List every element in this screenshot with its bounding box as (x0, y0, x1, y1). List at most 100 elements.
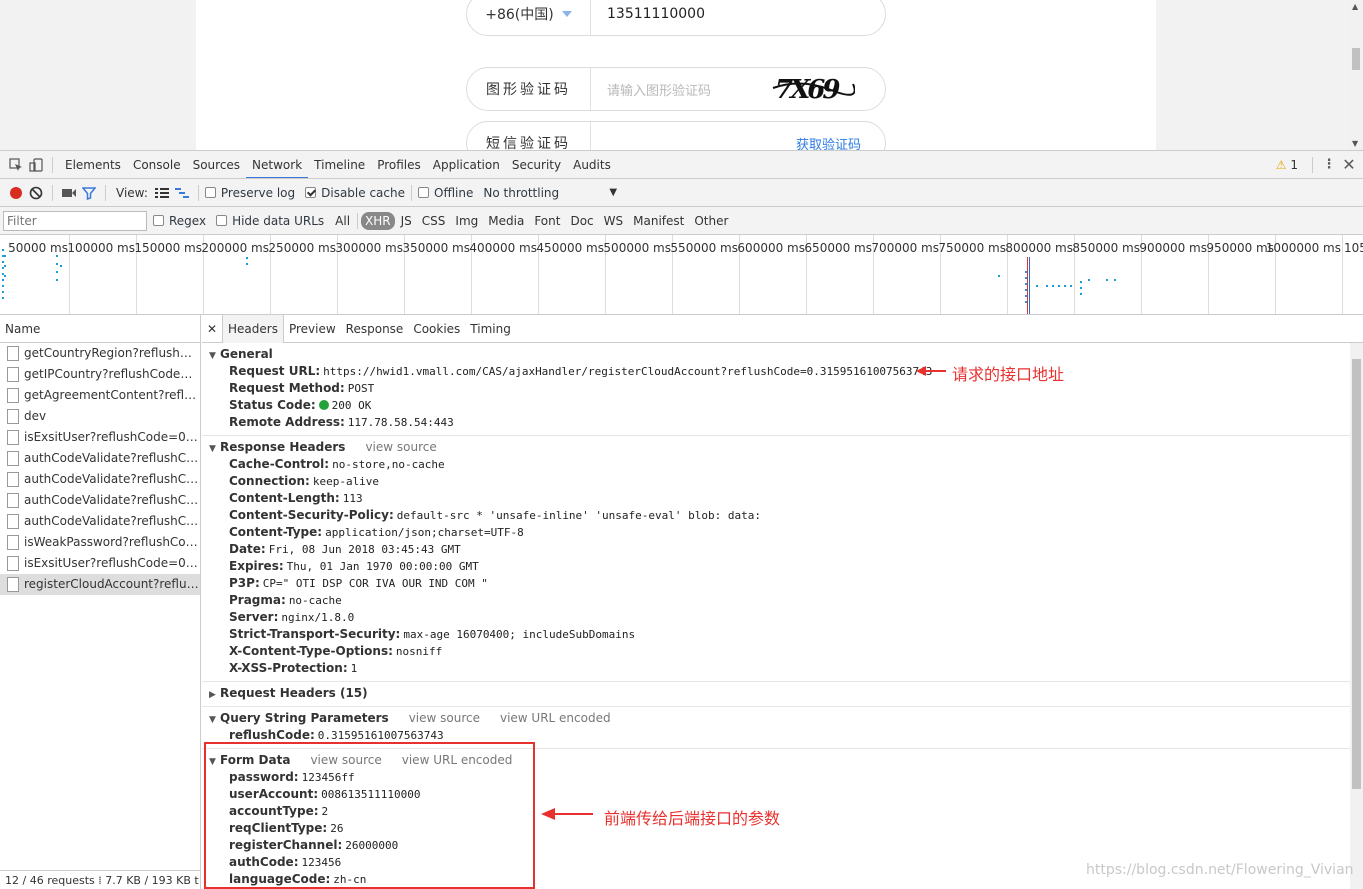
close-devtools-icon[interactable]: ✕ (1339, 155, 1359, 175)
close-detail-icon[interactable]: ✕ (202, 319, 222, 339)
captcha-input[interactable]: 请输入图形验证码 (607, 68, 711, 110)
filter-input[interactable] (3, 210, 147, 231)
regex-checkbox[interactable] (153, 214, 164, 226)
tab-network[interactable]: Network (246, 151, 309, 178)
filter-type-img[interactable]: Img (451, 212, 482, 230)
timeline-tick-label: 100000 ms (67, 241, 135, 255)
timeline-tick-label: 400000 ms (469, 241, 537, 255)
offline-toggle[interactable]: Offline (418, 186, 473, 200)
request-list: Name getCountryRegion?reflushCode=0.4… g… (0, 315, 201, 889)
capture-screenshots-icon[interactable] (59, 183, 79, 203)
throttling-select[interactable]: No throttling ▼ (483, 186, 617, 200)
filter-type-all[interactable]: All (331, 212, 354, 230)
phone-number-input[interactable]: 13511110000 (607, 0, 705, 35)
hide-data-urls-checkbox[interactable] (216, 214, 228, 226)
more-options-icon[interactable]: ⋮ (1319, 155, 1339, 175)
view-source-link[interactable]: view source (365, 440, 436, 454)
tab-cookies[interactable]: Cookies (408, 315, 465, 343)
request-row[interactable]: getCountryRegion?reflushCode=0.4… (0, 343, 200, 364)
tab-console[interactable]: Console (127, 151, 187, 178)
filter-type-other[interactable]: Other (690, 212, 732, 230)
request-row-selected[interactable]: registerCloudAccount?reflushC… (0, 574, 200, 595)
regex-toggle[interactable]: Regex (153, 214, 206, 228)
sms-code-field[interactable]: 短信验证码 获取验证码 (466, 121, 886, 150)
request-row[interactable]: getAgreementContent?reflush… (0, 385, 200, 406)
scroll-up-icon[interactable]: ▲ (1352, 2, 1358, 11)
record-icon[interactable] (6, 183, 26, 203)
filter-icon[interactable] (79, 183, 99, 203)
request-headers-header[interactable]: ▶ Request Headers (15) (202, 685, 1350, 702)
request-row[interactable]: authCodeValidate?reflushCode… (0, 511, 200, 532)
request-row[interactable]: authCodeValidate?reflushCode… (0, 448, 200, 469)
hide-data-urls-toggle[interactable]: Hide data URLs (216, 214, 324, 228)
disable-cache-checkbox[interactable] (305, 186, 317, 198)
tab-sources[interactable]: Sources (187, 151, 246, 178)
request-row[interactable]: getIPCountry?reflushCode=0.3… (0, 364, 200, 385)
detail-scroll-thumb[interactable] (1352, 359, 1361, 789)
query-string-header[interactable]: ▼ Query String Parameters view source view … (202, 710, 1350, 727)
waterfall-view-icon[interactable] (172, 183, 192, 203)
view-url-encoded-link[interactable]: view URL encoded (500, 711, 611, 725)
timeline-tick-label: 1050 (1344, 241, 1363, 255)
general-section-header[interactable]: ▼ General (202, 346, 1350, 363)
tab-timeline[interactable]: Timeline (308, 151, 371, 178)
tab-timing[interactable]: Timing (465, 315, 516, 343)
preserve-log-toggle[interactable]: Preserve log (204, 186, 295, 200)
get-code-button[interactable]: 获取验证码 (796, 122, 861, 151)
large-rows-icon[interactable] (152, 183, 172, 203)
filter-type-doc[interactable]: Doc (566, 212, 597, 230)
timeline-tick-label: 550000 ms (670, 241, 738, 255)
scroll-down-icon[interactable]: ▼ (1352, 139, 1358, 148)
device-toolbar-icon[interactable] (26, 155, 46, 175)
preserve-log-checkbox[interactable] (204, 186, 216, 198)
filter-type-css[interactable]: CSS (418, 212, 450, 230)
inspect-element-icon[interactable] (6, 155, 26, 175)
filter-type-js[interactable]: JS (397, 212, 416, 230)
request-activity-mark (56, 271, 58, 273)
page-scrollbar[interactable]: ▲ ▼ (1349, 0, 1363, 150)
detail-scrollbar[interactable] (1350, 343, 1363, 889)
request-row[interactable]: authCodeValidate?reflushCode… (0, 490, 200, 511)
request-row[interactable]: isWeakPassword?reflushCode=… (0, 532, 200, 553)
warning-counter[interactable]: ⚠ 1 (1276, 158, 1298, 172)
response-headers-header[interactable]: ▼ Response Headers view source (202, 439, 1350, 456)
timeline-tick-label: 200000 ms (201, 241, 269, 255)
captcha-field[interactable]: 图形验证码 请输入图形验证码 7X69 (466, 67, 886, 111)
tab-security[interactable]: Security (506, 151, 567, 178)
filter-type-xhr[interactable]: XHR (361, 211, 395, 230)
chevron-down-icon (561, 11, 572, 17)
watermark: https://blog.csdn.net/Flowering_Vivian (1086, 862, 1354, 878)
request-row[interactable]: authCodeValidate?reflushCode… (0, 469, 200, 490)
request-row[interactable]: isExsitUser?reflushCode=0.655… (0, 427, 200, 448)
arrow-left-icon (916, 366, 946, 376)
filter-type-manifest[interactable]: Manifest (629, 212, 688, 230)
tab-headers[interactable]: Headers (222, 314, 284, 343)
request-row[interactable]: dev (0, 406, 200, 427)
header-key: P3P: (229, 576, 260, 590)
request-activity-mark (4, 265, 6, 267)
request-row[interactable]: isExsitUser?reflushCode=0.548… (0, 553, 200, 574)
filter-type-media[interactable]: Media (484, 212, 528, 230)
captcha-image[interactable]: 7X69 (771, 74, 855, 104)
header-row: Pragma: no-cache (202, 592, 1350, 609)
network-overview-timeline[interactable]: 50000 ms 100000 ms 150000 ms 200000 ms 25000… (0, 235, 1363, 315)
phone-field[interactable]: +86(中国) 13511110000 (466, 0, 886, 36)
request-activity-mark (2, 285, 4, 287)
tab-application[interactable]: Application (427, 151, 506, 178)
country-code-select[interactable]: +86(中国) (467, 0, 591, 35)
offline-checkbox[interactable] (418, 186, 429, 198)
tab-elements[interactable]: Elements (59, 151, 127, 178)
toolbar-divider (411, 184, 412, 201)
disable-cache-toggle[interactable]: Disable cache (305, 186, 405, 200)
tab-audits[interactable]: Audits (567, 151, 617, 178)
tab-profiles[interactable]: Profiles (371, 151, 427, 178)
view-source-link[interactable]: view source (409, 711, 480, 725)
page-scroll-thumb[interactable] (1352, 48, 1360, 70)
filter-type-font[interactable]: Font (530, 212, 564, 230)
filter-type-ws[interactable]: WS (600, 212, 627, 230)
name-column-header[interactable]: Name (0, 315, 200, 343)
tab-response[interactable]: Response (341, 315, 409, 343)
tab-preview[interactable]: Preview (284, 315, 341, 343)
clear-icon[interactable] (26, 183, 46, 203)
warning-icon: ⚠ (1275, 157, 1287, 172)
